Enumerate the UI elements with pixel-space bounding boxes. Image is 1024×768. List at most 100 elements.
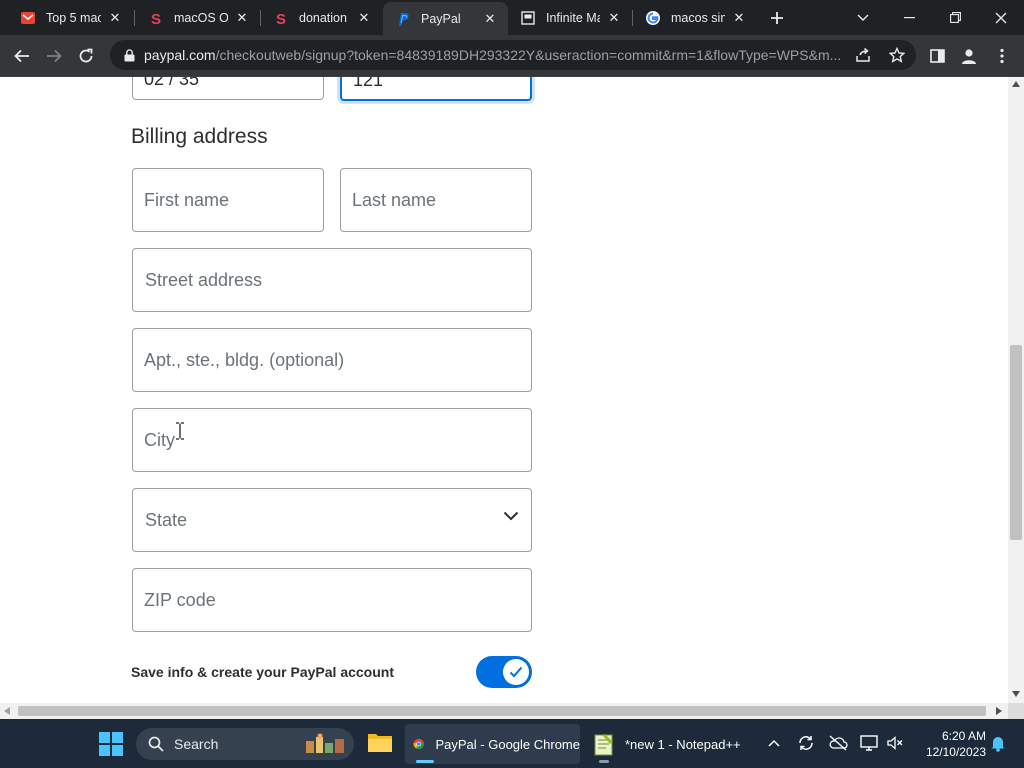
first-name-field[interactable]: First name <box>132 168 324 232</box>
google-icon <box>645 10 661 26</box>
last-name-field[interactable]: Last name <box>340 168 532 232</box>
profile-button[interactable] <box>955 42 983 70</box>
close-tab-icon[interactable]: ✕ <box>731 10 747 26</box>
tab-infinite-mac[interactable]: Infinite Ma ✕ <box>508 0 632 35</box>
tab-donation[interactable]: S donation ✕ <box>261 0 382 35</box>
vertical-scrollbar[interactable] <box>1008 77 1024 703</box>
search-highlight-illustration-icon <box>306 733 344 753</box>
close-tab-icon[interactable]: ✕ <box>606 10 622 26</box>
volume-muted-icon <box>887 736 903 750</box>
clock-time: 6:20 AM <box>941 729 986 743</box>
url-host: paypal.com <box>144 47 216 63</box>
scroll-left-arrow-icon[interactable] <box>4 707 10 715</box>
save-info-label: Save info & create your PayPal account <box>131 664 394 680</box>
close-tab-icon[interactable]: ✕ <box>234 10 250 26</box>
taskbar-app-title: PayPal - Google Chrome <box>435 736 580 752</box>
sync-tray-icon[interactable] <box>795 732 817 754</box>
tab-top5-macos[interactable]: Top 5 macOS ✕ <box>8 0 133 35</box>
star-bookmark-icon[interactable] <box>884 42 910 68</box>
save-info-toggle[interactable] <box>476 656 532 688</box>
address-bar[interactable]: paypal.com/checkoutweb/signup?token=8483… <box>110 40 916 70</box>
close-icon <box>995 12 1007 23</box>
scrollbar-corner <box>1008 703 1024 719</box>
close-tab-icon[interactable]: ✕ <box>107 10 123 26</box>
close-window-button[interactable] <box>978 0 1024 35</box>
last-name-placeholder: Last name <box>352 189 437 210</box>
close-tab-icon[interactable]: ✕ <box>356 10 372 26</box>
folder-icon <box>368 734 392 752</box>
zip-code-field[interactable]: ZIP code <box>132 568 532 632</box>
browser-toolbar: paypal.com/checkoutweb/signup?token=8483… <box>0 35 1024 77</box>
restore-icon <box>949 12 961 23</box>
svg-text:S: S <box>151 11 161 26</box>
tab-macos-online[interactable]: S macOS Onl ✕ <box>136 0 260 35</box>
taskbar-search-box[interactable]: Search <box>136 728 354 760</box>
tab-title: donation <box>299 10 347 25</box>
expiry-date-value: 02 / 35 <box>144 77 200 89</box>
checkmark-icon <box>509 666 523 678</box>
paypal-icon <box>395 11 411 27</box>
toggle-knob <box>503 659 529 685</box>
notepadpp-icon <box>594 734 613 756</box>
forward-button[interactable] <box>40 42 68 70</box>
horizontal-scrollbar[interactable] <box>0 703 1008 719</box>
side-panel-button[interactable] <box>923 42 951 70</box>
taskbar-app-notepadpp[interactable]: *new 1 - Notepad++ <box>588 724 758 764</box>
start-button[interactable] <box>99 732 123 756</box>
scribd-s-icon: S <box>273 10 289 26</box>
tab-search-button[interactable] <box>840 0 886 35</box>
vertical-scroll-thumb[interactable] <box>1010 345 1022 540</box>
onedrive-tray-icon[interactable] <box>827 732 849 754</box>
profile-avatar-icon <box>962 49 976 64</box>
show-hidden-icons-button[interactable] <box>763 732 785 754</box>
reload-icon <box>79 48 93 63</box>
tab-title: PayPal <box>421 11 461 26</box>
clock-date: 12/10/2023 <box>925 745 986 759</box>
tab-title: macOS Onl <box>174 10 228 25</box>
arrow-left-icon <box>14 49 29 63</box>
scroll-up-arrow-icon[interactable] <box>1012 81 1020 87</box>
cvv-input[interactable]: 121 <box>340 77 532 101</box>
minimize-button[interactable] <box>886 0 932 35</box>
expiry-date-input[interactable]: 02 / 35 <box>132 77 324 100</box>
tab-paypal[interactable]: PayPal ✕ <box>383 2 508 35</box>
file-explorer-button[interactable] <box>367 731 393 753</box>
city-field[interactable]: City <box>132 408 532 472</box>
city-placeholder: City <box>144 429 175 450</box>
first-name-placeholder: First name <box>144 189 230 210</box>
tab-title: Infinite Ma <box>546 10 600 25</box>
share-icon[interactable] <box>850 42 876 68</box>
scroll-down-arrow-icon[interactable] <box>1012 691 1020 697</box>
scroll-right-arrow-icon[interactable] <box>996 707 1002 715</box>
text-cursor-icon <box>176 422 184 440</box>
chrome-menu-button[interactable] <box>988 42 1016 70</box>
reload-button[interactable] <box>72 42 100 70</box>
apt-suite-field[interactable]: Apt., ste., bldg. (optional) <box>132 328 532 392</box>
display-tray-icon[interactable] <box>858 732 880 754</box>
taskbar-app-chrome[interactable]: PayPal - Google Chrome <box>405 724 580 764</box>
state-select[interactable]: State <box>132 488 532 552</box>
horizontal-scroll-thumb[interactable] <box>18 706 986 716</box>
billing-address-heading: Billing address <box>131 125 268 148</box>
network-volume-tray[interactable] <box>884 732 906 754</box>
minimize-icon <box>903 16 915 18</box>
back-button[interactable] <box>8 42 36 70</box>
street-address-field[interactable]: Street address <box>132 248 532 312</box>
plus-icon <box>771 12 783 24</box>
street-address-placeholder: Street address <box>145 269 263 290</box>
tab-macos-sim[interactable]: macos sim ✕ <box>633 0 757 35</box>
notifications-button[interactable] <box>987 732 1009 754</box>
windows-taskbar: Search PayPal - Google Chrome *new 1 - N… <box>0 719 1024 768</box>
zip-code-placeholder: ZIP code <box>144 589 216 610</box>
url-path: /checkoutweb/signup?token=84839189DH2933… <box>215 47 842 63</box>
taskbar-clock[interactable]: 6:20 AM 12/10/2023 <box>912 728 986 760</box>
restore-button[interactable] <box>932 0 978 35</box>
chevron-down-icon <box>503 511 519 521</box>
bell-icon <box>991 737 1005 752</box>
tab-title: macos sim <box>671 10 725 25</box>
new-tab-button[interactable] <box>764 5 790 31</box>
close-tab-icon[interactable]: ✕ <box>482 11 498 27</box>
tab-title: Top 5 macOS <box>46 10 101 25</box>
lock-icon <box>122 48 136 62</box>
sync-icon <box>799 736 813 750</box>
